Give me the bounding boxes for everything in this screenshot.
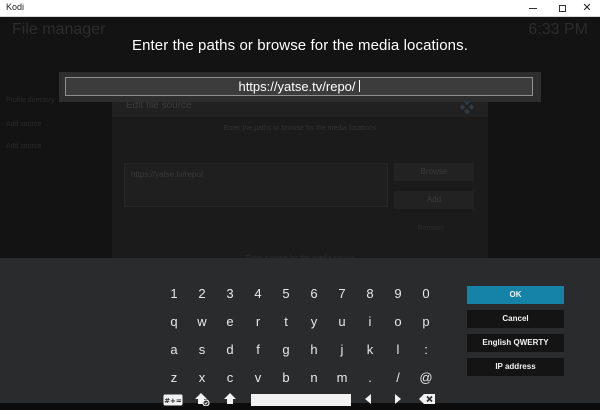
key-6[interactable]: 6 (302, 284, 326, 304)
key-j[interactable]: j (330, 340, 354, 360)
background-menu-item: Add source (6, 121, 42, 128)
keyboard-input-bar: https://yatse.tv/repo/ (59, 72, 541, 102)
keyboard-layout-button[interactable]: English QWERTY (467, 334, 564, 352)
add-button: Add (394, 191, 474, 209)
key-t[interactable]: t (274, 312, 298, 332)
caps-lock-key[interactable] (190, 389, 214, 409)
key-s[interactable]: s (190, 340, 214, 360)
key-m[interactable]: m (330, 368, 354, 388)
shift-key[interactable] (218, 389, 242, 409)
key-r[interactable]: r (246, 312, 270, 332)
key-b[interactable]: b (274, 368, 298, 388)
maximize-icon (558, 4, 566, 12)
key-q[interactable]: q (162, 312, 186, 332)
arrow-left-icon (365, 394, 371, 404)
key-8[interactable]: 8 (358, 284, 382, 304)
symbols-icon: #+= (163, 394, 183, 406)
remove-button: Remove (417, 225, 444, 232)
key-5[interactable]: 5 (274, 284, 298, 304)
cancel-button[interactable]: Cancel (467, 310, 564, 328)
keyboard-heading: Enter the paths or browse for the media … (131, 37, 468, 54)
key-z[interactable]: z (162, 368, 186, 388)
close-icon: ✕ (582, 1, 592, 14)
key-h[interactable]: h (302, 340, 326, 360)
key-3[interactable]: 3 (218, 284, 242, 304)
svg-text:#+=: #+= (164, 397, 182, 405)
key-a[interactable]: a (162, 340, 186, 360)
key-f[interactable]: f (246, 340, 270, 360)
key-x[interactable]: x (190, 368, 214, 388)
background-menu-item: Add source (6, 143, 42, 150)
arrow-right-icon (395, 394, 401, 404)
key-w[interactable]: w (190, 312, 214, 332)
minimize-button[interactable] (520, 0, 546, 16)
key-u[interactable]: u (330, 312, 354, 332)
window-title: Kodi (6, 2, 25, 12)
browse-button: Browse (394, 163, 474, 181)
maximize-button[interactable] (549, 0, 575, 16)
window-titlebar: Kodi ✕ (0, 0, 600, 17)
key-l[interactable]: l (386, 340, 410, 360)
ip-address-button[interactable]: IP address (467, 358, 564, 376)
key-9[interactable]: 9 (386, 284, 410, 304)
keyboard-input-field[interactable]: https://yatse.tv/repo/ (65, 77, 533, 96)
key-7[interactable]: 7 (330, 284, 354, 304)
key-i[interactable]: i (358, 312, 382, 332)
key-k[interactable]: k (358, 340, 382, 360)
key-d[interactable]: d (218, 340, 242, 360)
key-slash[interactable]: / (386, 368, 410, 388)
key-n[interactable]: n (302, 368, 326, 388)
cursor-right-key[interactable] (386, 389, 410, 409)
key-o[interactable]: o (386, 312, 410, 332)
shift-icon (224, 393, 236, 404)
background-menu-item: Profile directory (6, 97, 55, 104)
key-period[interactable]: . (358, 368, 382, 388)
backspace-key[interactable] (414, 389, 440, 409)
keyboard-panel: 1 2 3 4 5 6 7 8 9 0 q w e r t y u i o p … (0, 258, 600, 406)
cursor-left-key[interactable] (356, 389, 380, 409)
symbols-key[interactable]: #+= (160, 390, 186, 410)
close-button[interactable]: ✕ (574, 0, 600, 16)
dialog-path-item: https://yatse.tv/repo/ (131, 170, 204, 179)
kodi-logo-icon (460, 100, 474, 114)
minimize-icon (529, 7, 537, 9)
key-c[interactable]: c (218, 368, 242, 388)
text-caret (358, 80, 360, 92)
key-1[interactable]: 1 (162, 284, 186, 304)
key-p[interactable]: p (414, 312, 438, 332)
kodi-app: File manager 6:33 PM Profile directory A… (0, 17, 600, 406)
caps-lock-icon (195, 393, 210, 406)
key-v[interactable]: v (246, 368, 270, 388)
dialog-path-list: https://yatse.tv/repo/ (124, 163, 388, 207)
key-at[interactable]: @ (414, 368, 438, 388)
key-0[interactable]: 0 (414, 284, 438, 304)
key-g[interactable]: g (274, 340, 298, 360)
key-2[interactable]: 2 (190, 284, 214, 304)
key-4[interactable]: 4 (246, 284, 270, 304)
ok-button[interactable]: OK (467, 286, 564, 304)
key-colon[interactable]: : (414, 340, 438, 360)
key-e[interactable]: e (218, 312, 242, 332)
dialog-instruction: Enter the paths or browse for the media … (223, 125, 377, 132)
backspace-icon (419, 394, 435, 404)
key-y[interactable]: y (302, 312, 326, 332)
space-key[interactable] (251, 394, 351, 406)
keyboard-input-value: https://yatse.tv/repo/ (238, 79, 356, 94)
